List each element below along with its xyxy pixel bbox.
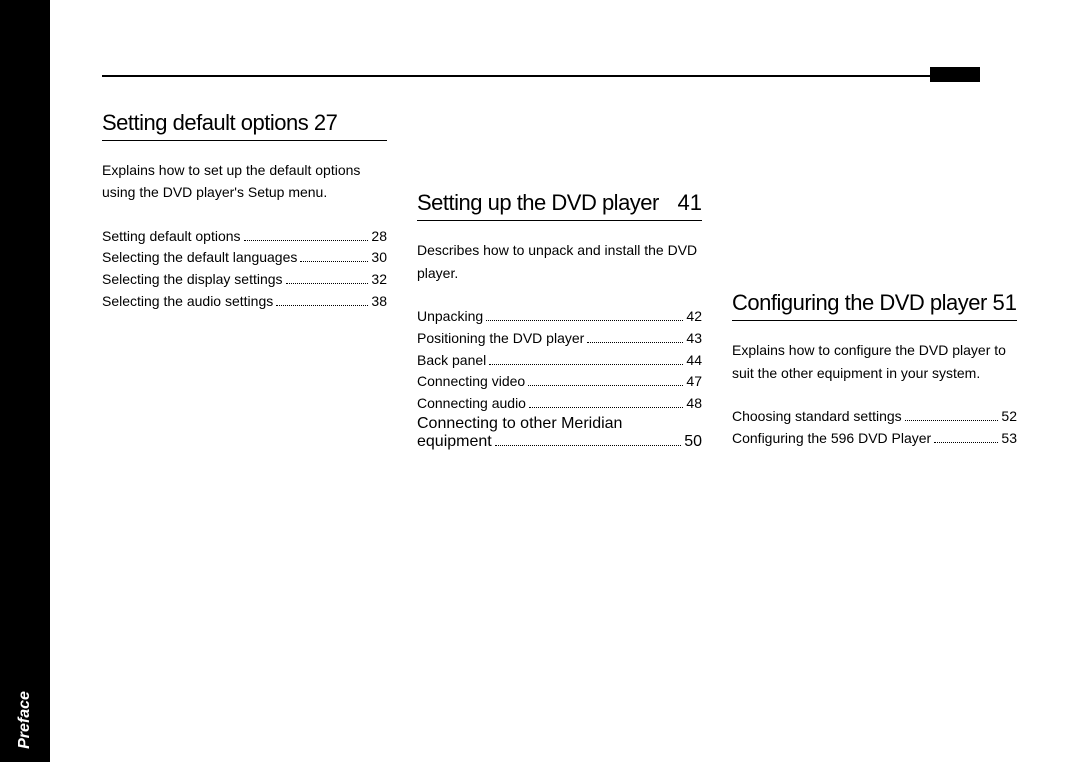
toc-dots — [286, 283, 369, 284]
toc-page: 47 — [686, 371, 702, 393]
toc-label: Back panel — [417, 350, 486, 372]
toc-label-continuation: equipment — [417, 433, 492, 451]
toc-label: Selecting the audio settings — [102, 291, 273, 313]
toc-label: Connecting to other Meridian — [417, 415, 702, 433]
sidebar: iv Preface — [0, 0, 50, 762]
section-description: Explains how to configure the DVD player… — [732, 339, 1017, 384]
toc-page: 42 — [686, 306, 702, 328]
toc-dots — [244, 240, 369, 241]
toc-page: 43 — [686, 328, 702, 350]
toc-page: 28 — [371, 226, 387, 248]
section-description: Describes how to unpack and install the … — [417, 239, 702, 284]
toc-dots — [905, 420, 999, 421]
toc-label: Selecting the default languages — [102, 247, 297, 269]
section-title: Configuring the DVD player — [732, 290, 987, 316]
section-header: Setting up the DVD player 41 — [417, 190, 702, 221]
toc-label: Selecting the display settings — [102, 269, 283, 291]
toc-label: Connecting video — [417, 371, 525, 393]
toc-dots — [489, 364, 683, 365]
section-page: 41 — [678, 190, 702, 216]
toc-column-3: Configuring the DVD player 51 Explains h… — [732, 110, 1017, 451]
toc-page: 44 — [686, 350, 702, 372]
toc-column-2: Setting up the DVD player 41 Describes h… — [417, 110, 702, 451]
toc-entry: Selecting the display settings 32 — [102, 269, 387, 291]
toc-page: 38 — [371, 291, 387, 313]
toc-page: 32 — [371, 269, 387, 291]
toc-dots — [587, 342, 683, 343]
toc-page: 30 — [371, 247, 387, 269]
sidebar-section-name: Preface — [16, 691, 33, 749]
sidebar-label: iv Preface — [16, 691, 34, 775]
section-page: 51 — [993, 290, 1017, 316]
toc-entry: Connecting audio 48 — [417, 393, 702, 415]
section-description: Explains how to set up the default optio… — [102, 159, 387, 204]
section-header: Configuring the DVD player 51 — [732, 290, 1017, 321]
toc-dots — [528, 385, 683, 386]
toc-page: 52 — [1001, 406, 1017, 428]
toc-entry: Connecting video 47 — [417, 371, 702, 393]
toc-column-1: Setting default options 27 Explains how … — [102, 110, 387, 451]
toc-entry: Selecting the audio settings 38 — [102, 291, 387, 313]
toc-entry: Setting default options 28 — [102, 226, 387, 248]
sidebar-page-number: iv — [16, 763, 33, 775]
toc-page: 50 — [684, 433, 702, 451]
toc-dots — [276, 305, 368, 306]
toc-page: 48 — [686, 393, 702, 415]
toc-label: Configuring the 596 DVD Player — [732, 428, 931, 450]
toc-dots — [934, 442, 998, 443]
toc-dots — [486, 320, 683, 321]
toc-entry: Configuring the 596 DVD Player 53 — [732, 428, 1017, 450]
toc-page: 53 — [1001, 428, 1017, 450]
toc-entry: Back panel 44 — [417, 350, 702, 372]
toc-label: Choosing standard settings — [732, 406, 902, 428]
section-title: Setting default options — [102, 110, 308, 135]
toc-entry: Selecting the default languages 30 — [102, 247, 387, 269]
toc-label: Unpacking — [417, 306, 483, 328]
toc-entry: Choosing standard settings 52 — [732, 406, 1017, 428]
toc-dots — [495, 445, 681, 446]
toc-label: Connecting audio — [417, 393, 526, 415]
toc-entry: Positioning the DVD player 43 — [417, 328, 702, 350]
page-content: Setting default options 27 Explains how … — [50, 0, 1080, 762]
toc-dots — [300, 261, 368, 262]
toc-entry: Unpacking 42 — [417, 306, 702, 328]
section-page: 27 — [314, 110, 337, 135]
section-title: Setting up the DVD player — [417, 190, 659, 216]
toc-label: Setting default options — [102, 226, 241, 248]
section-header: Setting default options 27 — [102, 110, 387, 141]
toc-label: Positioning the DVD player — [417, 328, 584, 350]
toc-entry: Connecting to other Meridian equipment 5… — [417, 415, 702, 451]
toc-dots — [529, 407, 683, 408]
